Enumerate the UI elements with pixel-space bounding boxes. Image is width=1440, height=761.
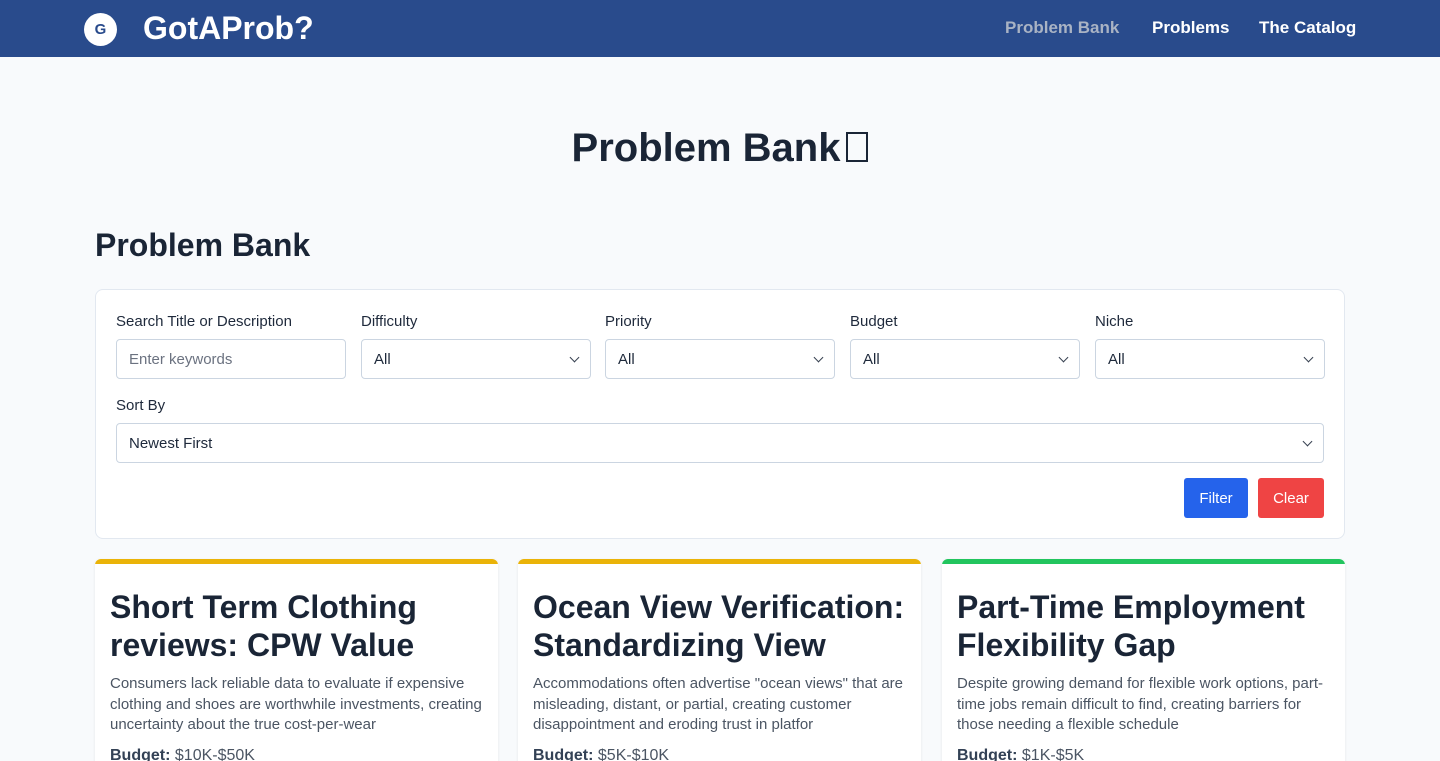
hero-title-text: Problem Bank xyxy=(571,126,841,170)
nav-link-problem-bank[interactable]: Problem Bank xyxy=(1005,18,1119,38)
card-description: Consumers lack reliable data to evaluate… xyxy=(110,675,482,733)
sort-label: Sort By xyxy=(116,397,166,414)
hero-heading: Problem Bank xyxy=(0,124,1440,172)
clear-button[interactable]: Clear xyxy=(1258,478,1324,518)
chevron-down-icon xyxy=(1302,436,1313,447)
niche-label: Niche xyxy=(1095,313,1134,330)
niche-select[interactable]: All xyxy=(1095,339,1325,379)
search-input[interactable]: Enter keywords xyxy=(116,339,346,379)
budget-value: $5K-$10K xyxy=(597,747,670,761)
difficulty-value: All xyxy=(374,350,391,368)
card-accent-bar xyxy=(942,559,1345,564)
brand-name[interactable]: GotAProb? xyxy=(143,9,314,47)
search-label: Search Title or Description xyxy=(116,313,292,330)
search-placeholder: Enter keywords xyxy=(129,350,233,368)
filter-panel: Search Title or Description Enter keywor… xyxy=(95,289,1345,539)
budget-label: Budget: xyxy=(957,747,1018,761)
missing-glyph-icon xyxy=(846,132,869,162)
card-title[interactable]: Part-Time Employment Flexibility Gap xyxy=(957,588,1337,664)
budget-label: Budget: xyxy=(533,747,594,761)
budget-value: $10K-$50K xyxy=(174,747,255,761)
niche-value: All xyxy=(1108,350,1125,368)
problem-card[interactable]: Part-Time Employment Flexibility Gap Des… xyxy=(942,559,1345,761)
problem-card[interactable]: Short Term Clothing reviews: CPW Value C… xyxy=(95,559,498,761)
chevron-down-icon xyxy=(813,352,824,363)
chevron-down-icon xyxy=(1058,352,1069,363)
logo-letter: G xyxy=(94,21,107,38)
priority-select[interactable]: All xyxy=(605,339,835,379)
logo-icon[interactable]: G xyxy=(84,13,117,46)
card-accent-bar xyxy=(95,559,498,564)
card-description: Despite growing demand for flexible work… xyxy=(957,675,1324,733)
nav-link-problems[interactable]: Problems xyxy=(1152,18,1229,38)
card-description: Accommodations often advertise "ocean vi… xyxy=(533,675,904,733)
sort-value: Newest First xyxy=(129,434,213,452)
budget-label: Budget: xyxy=(110,747,171,761)
difficulty-select[interactable]: All xyxy=(361,339,591,379)
budget-label: Budget xyxy=(850,313,898,330)
card-title[interactable]: Short Term Clothing reviews: CPW Value xyxy=(110,588,490,664)
card-accent-bar xyxy=(518,559,921,564)
problem-card[interactable]: Ocean View Verification: Standardizing V… xyxy=(518,559,921,761)
nav-link-catalog[interactable]: The Catalog xyxy=(1259,18,1356,38)
card-budget: Budget: $10K-$50K xyxy=(110,747,255,761)
difficulty-label: Difficulty xyxy=(361,313,418,330)
priority-label: Priority xyxy=(605,313,652,330)
budget-select[interactable]: All xyxy=(850,339,1080,379)
chevron-down-icon xyxy=(1303,352,1314,363)
top-navbar: G GotAProb? Problem Bank Problems The Ca… xyxy=(0,0,1440,57)
priority-value: All xyxy=(618,350,635,368)
filter-button[interactable]: Filter xyxy=(1184,478,1248,518)
card-budget: Budget: $1K-$5K xyxy=(957,747,1084,761)
chevron-down-icon xyxy=(569,352,580,363)
budget-value: All xyxy=(863,350,880,368)
sort-select[interactable]: Newest First xyxy=(116,423,1324,463)
budget-value: $1K-$5K xyxy=(1021,747,1085,761)
card-budget: Budget: $5K-$10K xyxy=(533,747,669,761)
section-title: Problem Bank xyxy=(95,227,311,263)
card-title[interactable]: Ocean View Verification: Standardizing V… xyxy=(533,588,913,664)
